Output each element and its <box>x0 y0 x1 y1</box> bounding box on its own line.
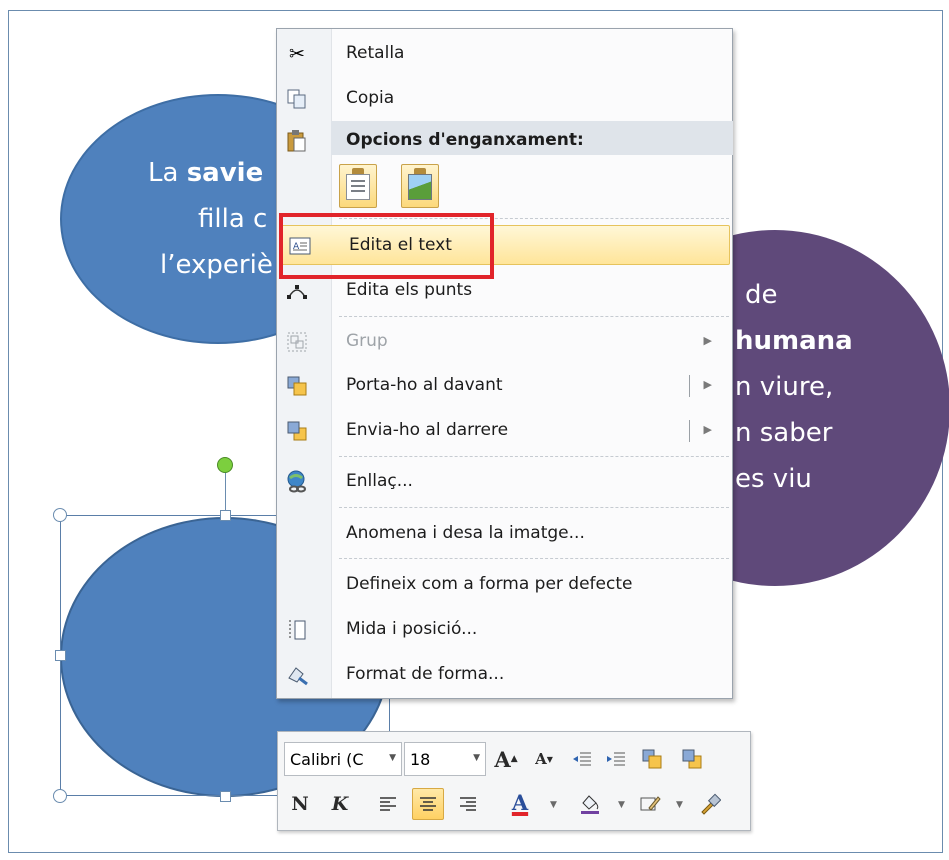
menu-item-send-backward[interactable]: Envia-ho al darrere ▶ <box>277 411 732 451</box>
submenu-arrow-icon: ▶ <box>703 334 712 347</box>
align-center-icon[interactable] <box>412 788 444 820</box>
menu-separator <box>339 456 729 457</box>
font-name-value: Calibri (C <box>290 750 364 769</box>
chevron-down-icon[interactable]: ▼ <box>550 800 557 810</box>
resize-handle-top-left[interactable] <box>53 508 67 522</box>
menu-item-group[interactable]: Grup ▶ <box>277 322 732 362</box>
resize-handle-left[interactable] <box>55 650 66 661</box>
bring-forward-icon <box>285 374 309 398</box>
menu-item-set-default-shape[interactable]: Defineix com a forma per defecte <box>277 565 732 605</box>
align-right-icon[interactable] <box>452 788 484 820</box>
split-divider <box>689 375 690 397</box>
chevron-down-icon[interactable]: ▼ <box>389 753 396 763</box>
purple-text-line4: n saber <box>735 418 833 448</box>
edit-points-icon <box>285 279 309 303</box>
paste-options-label: Opcions d'enganxament: <box>346 130 584 150</box>
menu-item-size-position[interactable]: Mida i posició... <box>277 610 732 650</box>
font-color-button[interactable]: A <box>504 786 536 818</box>
paste-picture-button[interactable] <box>401 164 439 208</box>
copy-icon <box>285 87 309 111</box>
hyperlink-icon <box>285 470 309 494</box>
size-position-icon <box>285 618 309 642</box>
resize-handle-bottom-left[interactable] <box>53 789 67 803</box>
group-icon <box>285 330 309 354</box>
bold-button[interactable]: N <box>284 788 316 820</box>
decrease-indent-icon[interactable] <box>566 743 598 775</box>
split-divider <box>689 420 690 442</box>
resize-handle-top[interactable] <box>220 510 231 521</box>
menu-item-format-shape[interactable]: Format de forma... <box>277 655 732 695</box>
menu-separator <box>339 316 729 317</box>
purple-text-line3: n viure, <box>735 372 834 402</box>
menu-item-save-as-picture[interactable]: Anomena i desa la imatge... <box>277 514 732 554</box>
menu-item-hyperlink[interactable]: Enllaç... <box>277 462 732 502</box>
purple-text-line5: es viu <box>735 464 812 494</box>
menu-item-bring-forward[interactable]: Porta-ho al davant ▶ <box>277 366 732 406</box>
chevron-down-icon[interactable]: ▼ <box>473 753 480 763</box>
paste-keep-text-button[interactable] <box>339 164 377 208</box>
format-painter-icon[interactable] <box>694 788 726 820</box>
paste-icon <box>285 129 309 153</box>
bring-forward-icon[interactable] <box>636 743 668 775</box>
context-menu: ✂ Retalla Copia Opcions d'enganxament: A… <box>276 28 733 699</box>
align-left-icon[interactable] <box>372 788 404 820</box>
grow-font-icon[interactable]: A ▲ <box>490 743 522 775</box>
font-size-value: 18 <box>410 750 431 769</box>
menu-separator <box>339 507 729 508</box>
mini-toolbar: Calibri (C ▼ 18 ▼ A ▲ A ▼ N K A ▼ ▼ ▼ <box>277 731 751 831</box>
menu-item-cut[interactable]: ✂ Retalla <box>277 34 732 74</box>
keep-text-only-icon <box>346 174 370 200</box>
font-size-combobox[interactable]: 18 ▼ <box>404 742 486 776</box>
send-backward-icon <box>285 419 309 443</box>
menu-separator <box>339 558 729 559</box>
purple-text-line1: de <box>745 280 778 310</box>
outline-color-icon[interactable] <box>634 788 666 820</box>
purple-text-line2: humana <box>735 326 853 356</box>
ellipse-text-line2: filla c <box>198 204 268 234</box>
menu-item-copy[interactable]: Copia <box>277 79 732 119</box>
picture-icon <box>408 174 432 200</box>
send-backward-icon[interactable] <box>676 743 708 775</box>
chevron-down-icon[interactable]: ▼ <box>676 800 683 810</box>
italic-button[interactable]: K <box>324 788 356 820</box>
fill-color-icon[interactable] <box>574 788 606 820</box>
resize-handle-bottom[interactable] <box>220 791 231 802</box>
ellipse-text-line3: l’experiè <box>160 250 273 280</box>
format-shape-icon <box>285 663 309 687</box>
chevron-down-icon[interactable]: ▼ <box>618 800 625 810</box>
scissors-icon: ✂ <box>289 43 305 65</box>
ellipse-text-line1: La savie <box>148 158 264 188</box>
submenu-arrow-icon[interactable]: ▶ <box>704 378 712 391</box>
font-name-combobox[interactable]: Calibri (C ▼ <box>284 742 402 776</box>
submenu-arrow-icon[interactable]: ▶ <box>704 423 712 436</box>
increase-indent-icon[interactable] <box>600 743 632 775</box>
highlight-annotation-box <box>279 213 494 279</box>
rotation-handle[interactable] <box>217 457 233 473</box>
shrink-font-icon[interactable]: A ▼ <box>528 743 560 775</box>
